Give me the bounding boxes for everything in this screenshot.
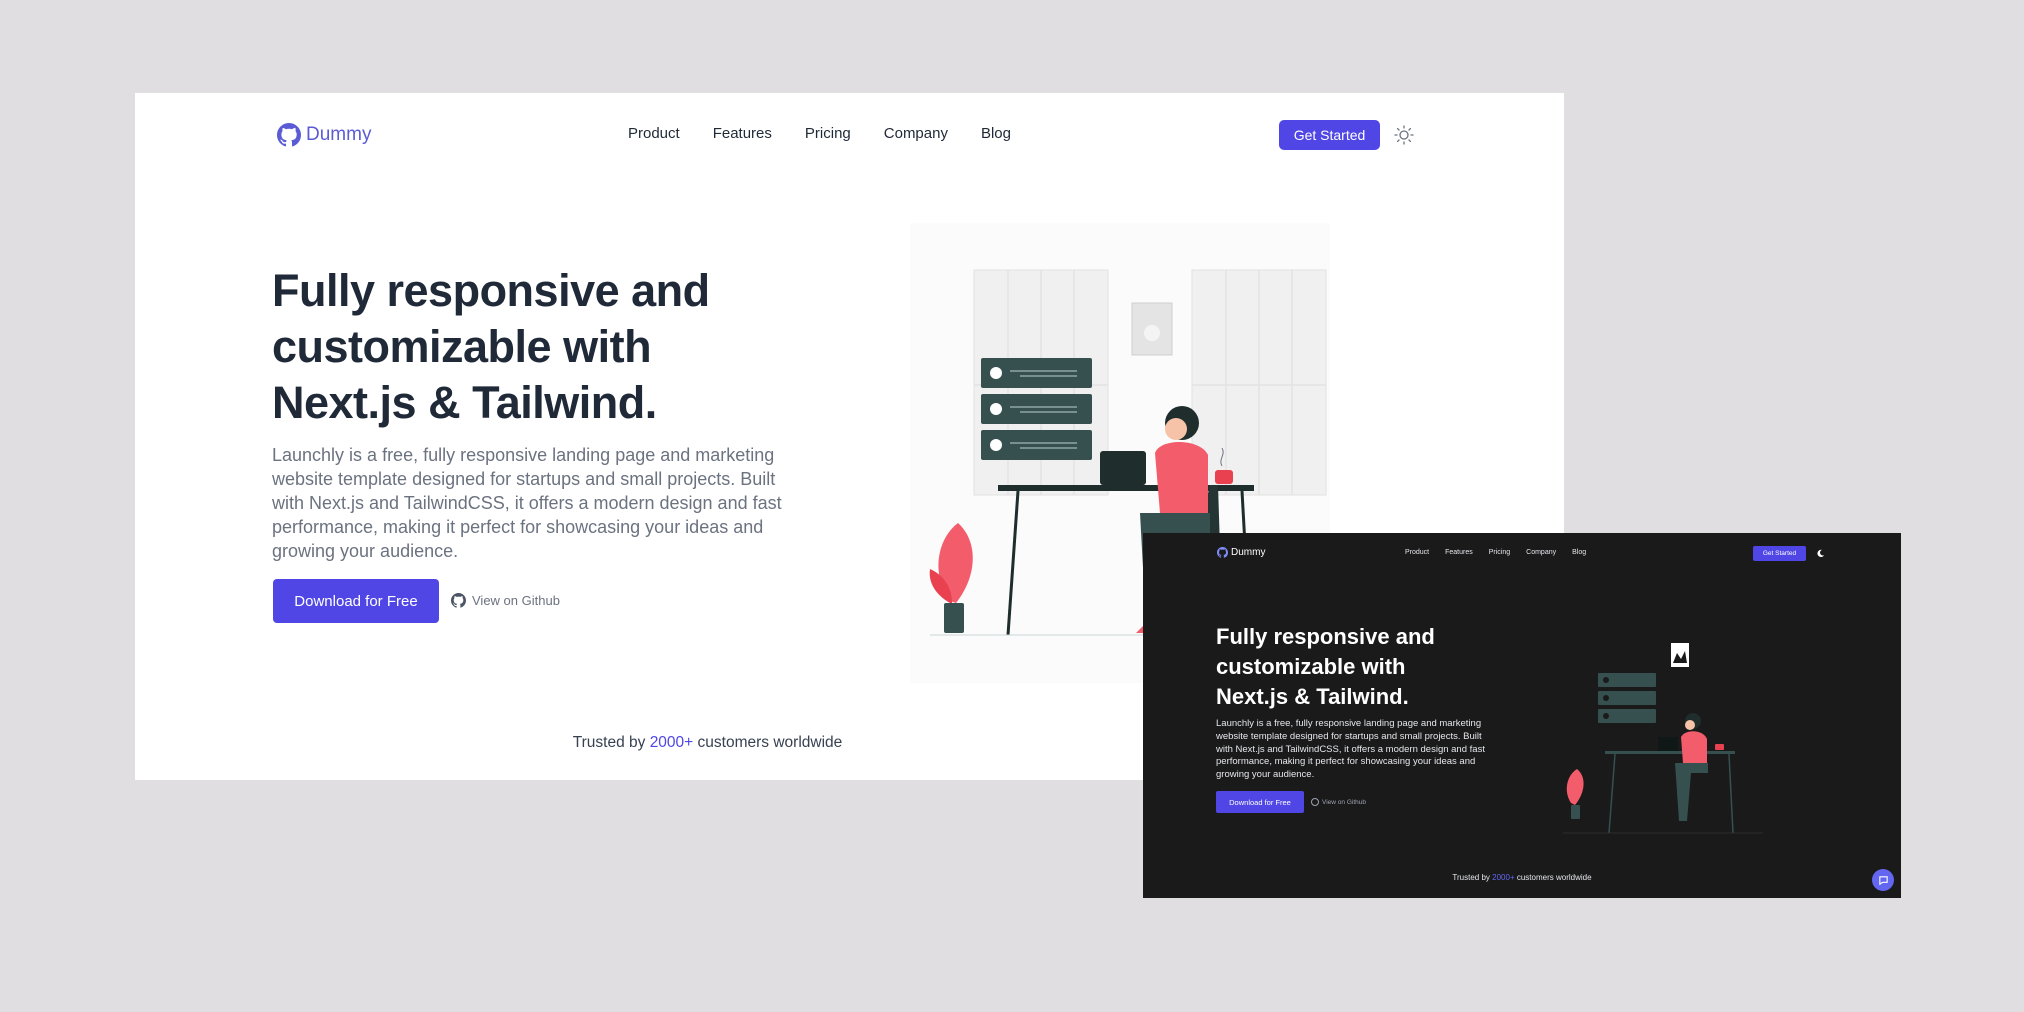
github-link[interactable]: View on Github (1311, 798, 1366, 806)
trust-prefix: Trusted by (572, 734, 646, 751)
nav-pricing[interactable]: Pricing (1489, 549, 1510, 556)
nav-features[interactable]: Features (713, 125, 772, 142)
github-icon (451, 593, 466, 608)
download-button[interactable]: Download for Free (1216, 791, 1304, 813)
nav-product[interactable]: Product (1405, 549, 1429, 556)
navbar: Dummy Product Features Pricing Company B… (135, 93, 1564, 175)
dark-theme-screenshot: Dummy Product Features Pricing Company B… (1143, 533, 1901, 898)
chat-icon (1878, 875, 1888, 885)
nav-blog[interactable]: Blog (1572, 549, 1586, 556)
moon-icon[interactable] (1816, 549, 1825, 558)
brand-logo[interactable]: Dummy (1217, 547, 1265, 558)
trust-count: 2000+ (1492, 873, 1515, 882)
nav-pricing[interactable]: Pricing (805, 125, 851, 142)
main-menu: Product Features Pricing Company Blog (1405, 549, 1586, 556)
hero-title: Fully responsive and customizable with N… (1216, 624, 1435, 709)
nav-company[interactable]: Company (884, 125, 948, 142)
hero-title: Fully responsive and customizable with N… (272, 265, 710, 428)
hero-description: Launchly is a free, fully responsive lan… (1216, 718, 1485, 781)
github-link[interactable]: View on Github (451, 593, 560, 608)
trust-text: Trusted by 2000+ customers worldwide (135, 734, 1280, 752)
trust-suffix: customers worldwide (1516, 873, 1592, 882)
sun-icon[interactable] (1394, 125, 1414, 145)
trust-count: 2000+ (649, 734, 694, 751)
get-started-button[interactable]: Get Started (1279, 120, 1380, 150)
hero-illustration (1563, 643, 1763, 834)
github-link-label: View on Github (472, 593, 560, 608)
brand-name: Dummy (1231, 547, 1266, 558)
github-icon (1217, 547, 1228, 558)
trust-suffix: customers worldwide (697, 734, 843, 751)
trust-text: Trusted by 2000+ customers worldwide (1143, 873, 1901, 882)
nav-product[interactable]: Product (628, 125, 680, 142)
nav-blog[interactable]: Blog (981, 125, 1011, 142)
github-icon (1311, 798, 1319, 806)
github-icon (277, 123, 301, 147)
nav-company[interactable]: Company (1526, 549, 1556, 556)
github-link-label: View on Github (1322, 798, 1366, 806)
main-menu: Product Features Pricing Company Blog (628, 125, 1011, 142)
trust-prefix: Trusted by (1452, 873, 1490, 882)
nav-features[interactable]: Features (1445, 549, 1473, 556)
chat-button[interactable] (1872, 869, 1894, 891)
brand-name: Dummy (306, 124, 372, 145)
get-started-button[interactable]: Get Started (1753, 546, 1806, 561)
hero-description: Launchly is a free, fully responsive lan… (272, 445, 782, 561)
download-button[interactable]: Download for Free (273, 579, 439, 623)
brand-logo[interactable]: Dummy (277, 123, 371, 147)
